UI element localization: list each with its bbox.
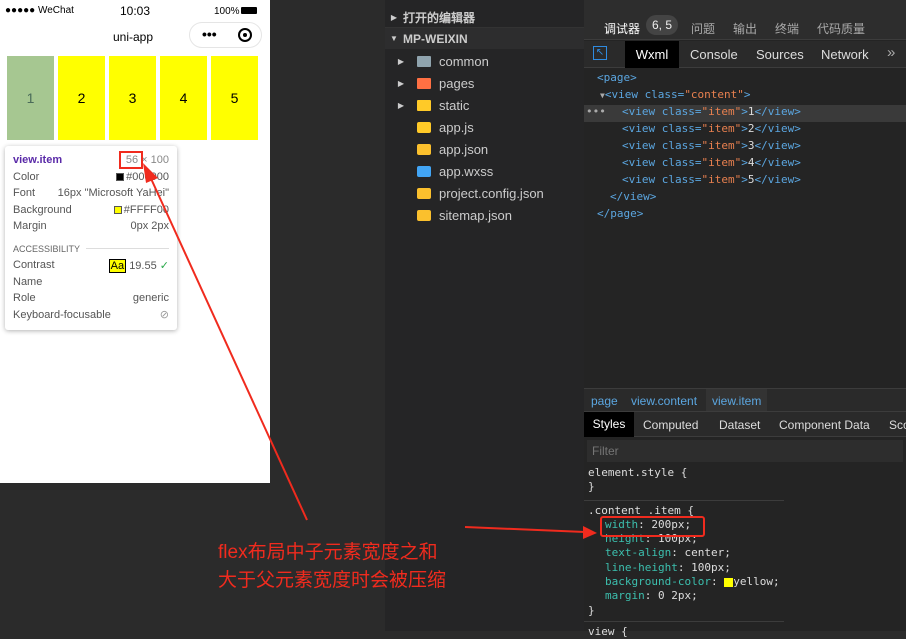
arrow-line: [147, 171, 308, 521]
annotation-arrows: [143, 163, 597, 539]
annotation-line2: 大于父元素宽度时会被压缩: [218, 570, 447, 591]
arrow-head: [583, 526, 597, 539]
arrow-line: [464, 526, 586, 533]
annotation-line1: flex布局中子元素宽度之和: [218, 542, 438, 563]
arrow-head: [143, 163, 158, 183]
